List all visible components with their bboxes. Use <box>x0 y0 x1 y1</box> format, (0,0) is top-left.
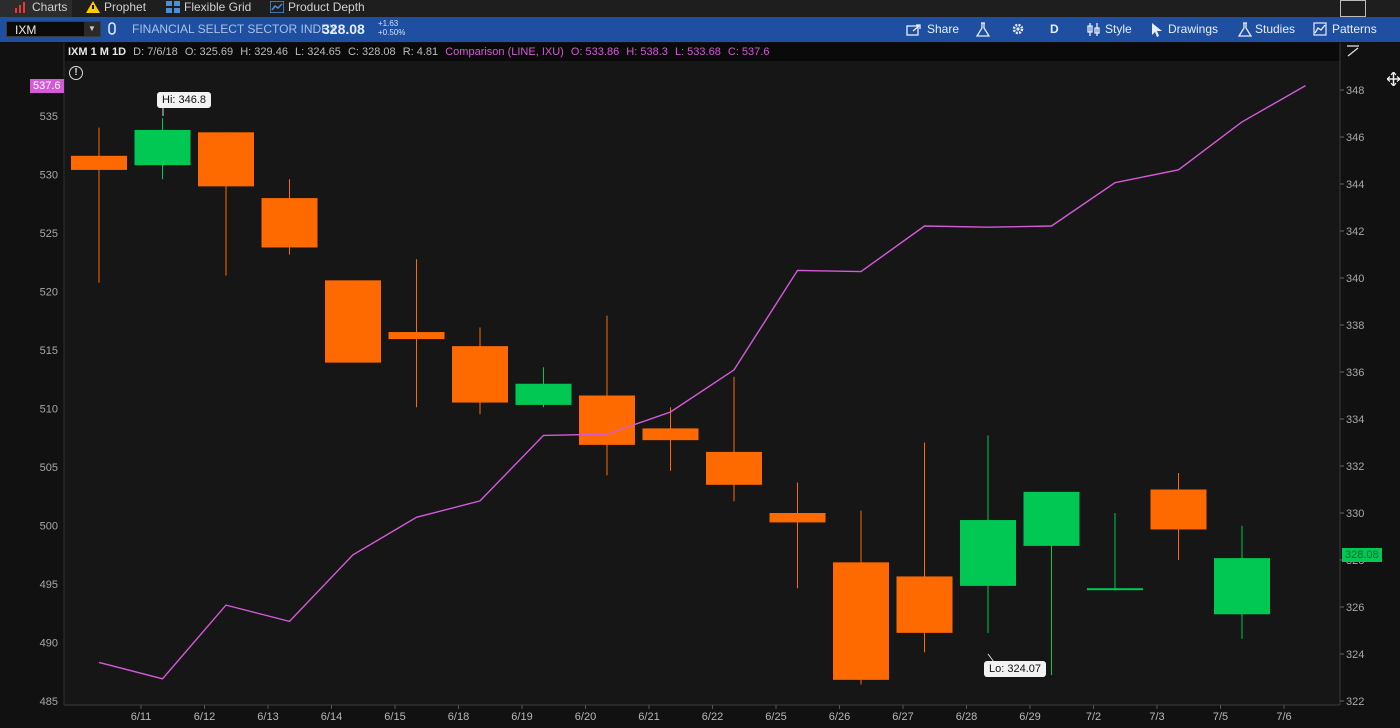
candle-body <box>261 198 318 248</box>
x-tick-label: 6/20 <box>575 711 596 723</box>
right-tick-label: 330 <box>1346 508 1364 520</box>
x-axis-ticks: 6/11 6/12 6/13 6/14 6/15 6/18 6/19 6/20 6/21 6/22… <box>131 705 1292 723</box>
candle-body <box>1087 588 1143 591</box>
x-tick-label: 7/3 <box>1149 711 1164 723</box>
x-tick-label: 7/5 <box>1213 711 1228 723</box>
left-tick-label: 490 <box>40 638 58 650</box>
collapse-panel-icon[interactable] <box>1345 44 1361 63</box>
candle-body <box>769 513 826 523</box>
candle-body <box>452 346 508 403</box>
x-tick-label: 6/14 <box>321 711 342 723</box>
candle-body <box>896 576 953 633</box>
left-tick-label: 515 <box>40 345 58 357</box>
candle-body <box>960 520 1016 586</box>
right-tick-label: 332 <box>1346 461 1364 473</box>
candle-body <box>642 428 699 441</box>
candle-body <box>833 562 889 680</box>
x-tick-label: 6/28 <box>956 711 977 723</box>
high-callout: Hi: 346.8 <box>157 92 212 108</box>
x-tick-label: 6/21 <box>638 711 659 723</box>
x-tick-label: 6/19 <box>511 711 532 723</box>
x-tick-label: 6/18 <box>448 711 469 723</box>
right-tick-label: 342 <box>1346 226 1364 238</box>
alert-icon[interactable]: ! <box>69 66 83 80</box>
x-tick-label: 6/25 <box>765 711 786 723</box>
right-tick-label: 346 <box>1346 132 1364 144</box>
left-tick-label: 505 <box>40 462 58 474</box>
price-last-chip: 328.08 <box>1342 548 1382 562</box>
right-axis-ticks: 3223243263283303323343363383403423443463… <box>1340 85 1364 708</box>
comparison-last-chip: 537.6 <box>30 79 64 93</box>
candle-body <box>706 451 762 485</box>
right-tick-label: 322 <box>1346 696 1364 708</box>
left-tick-label: 495 <box>40 579 58 591</box>
right-tick-label: 336 <box>1346 367 1364 379</box>
left-axis-ticks: 485 490 495 500 505 510 515 520 525 530 535 <box>40 111 58 708</box>
low-callout: Lo: 324.07 <box>984 661 1046 677</box>
right-tick-label: 348 <box>1346 85 1364 97</box>
candle-body <box>134 129 191 166</box>
right-tick-label: 340 <box>1346 273 1364 285</box>
candle-body <box>198 132 254 187</box>
candlestick-chart[interactable]: 485 490 495 500 505 510 515 520 525 530 535 322 324… <box>0 0 1400 728</box>
candle-body <box>1023 491 1080 546</box>
left-tick-label: 500 <box>40 521 58 533</box>
right-tick-label: 324 <box>1346 649 1364 661</box>
right-tick-label: 334 <box>1346 414 1364 426</box>
left-tick-label: 510 <box>40 404 58 416</box>
right-tick-label: 338 <box>1346 320 1364 332</box>
candle-body <box>388 332 445 340</box>
x-tick-label: 6/13 <box>257 711 278 723</box>
x-tick-label: 7/6 <box>1276 711 1291 723</box>
candles <box>71 118 1270 685</box>
left-tick-label: 485 <box>40 696 58 708</box>
candle-body <box>579 395 635 445</box>
left-tick-label: 525 <box>40 228 58 240</box>
candle-body <box>1150 489 1207 530</box>
x-tick-label: 6/15 <box>384 711 405 723</box>
x-tick-label: 6/11 <box>131 711 152 723</box>
right-tick-label: 326 <box>1346 602 1364 614</box>
right-tick-label: 344 <box>1346 179 1364 191</box>
candle-body <box>71 155 127 170</box>
x-tick-label: 6/12 <box>194 711 215 723</box>
x-tick-label: 6/22 <box>702 711 723 723</box>
candle-body <box>515 383 572 405</box>
left-tick-label: 535 <box>40 111 58 123</box>
x-tick-label: 6/26 <box>829 711 850 723</box>
crosshair-cursor-icon <box>1386 71 1400 91</box>
x-tick-label: 6/27 <box>892 711 913 723</box>
candle-body <box>325 280 381 363</box>
x-tick-label: 6/29 <box>1019 711 1040 723</box>
x-tick-label: 7/2 <box>1086 711 1101 723</box>
left-tick-label: 520 <box>40 287 58 299</box>
candle-body <box>1214 558 1270 615</box>
left-tick-label: 530 <box>40 170 58 182</box>
